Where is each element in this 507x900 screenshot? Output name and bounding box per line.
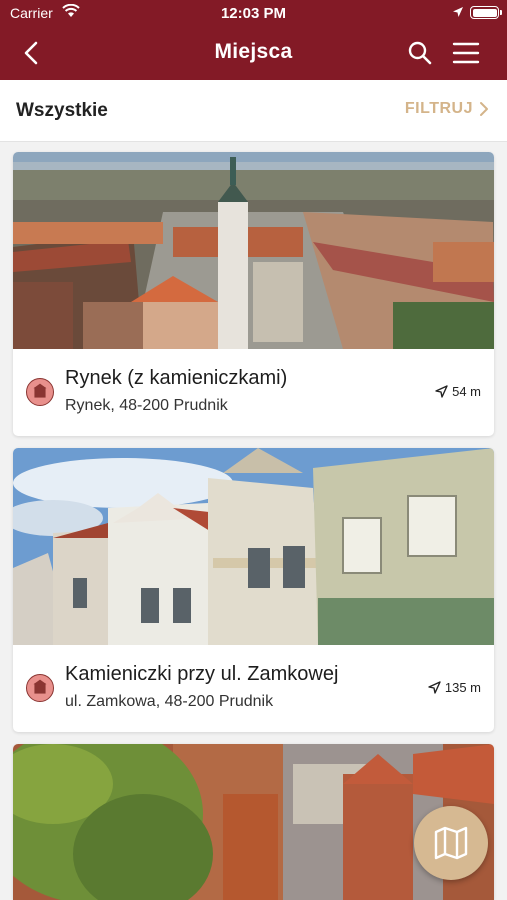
navigation-arrow-icon — [428, 681, 441, 694]
place-info: Kamieniczki przy ul. Zamkowej ul. Zamkow… — [13, 645, 494, 732]
status-bar: Carrier 12:03 PM — [0, 0, 507, 26]
chevron-right-icon — [480, 102, 488, 116]
filter-button-label: FILTRUJ — [404, 100, 473, 117]
place-address: ul. Zamkowa, 48-200 Prudnik — [65, 693, 274, 710]
place-address: Rynek, 48-200 Prudnik — [65, 397, 228, 414]
search-icon[interactable] — [405, 38, 435, 68]
category-label: Wszystkie — [16, 100, 108, 121]
navigation-arrow-icon — [435, 385, 448, 398]
nav-bar: Miejsca — [0, 26, 507, 80]
back-arrow-icon[interactable] — [18, 39, 46, 67]
place-name: Kamieniczki przy ul. Zamkowej — [65, 663, 339, 685]
place-distance: 54 m — [435, 384, 481, 399]
place-card[interactable]: Kamieniczki przy ul. Zamkowej ul. Zamkow… — [13, 448, 494, 732]
clock: 12:03 PM — [220, 5, 287, 22]
building-icon — [26, 674, 54, 702]
filter-bar: Wszystkie FILTRUJ — [0, 80, 507, 142]
place-photo — [13, 152, 494, 349]
battery-icon — [470, 6, 502, 19]
place-photo — [13, 448, 494, 645]
distance-value: 135 m — [444, 680, 481, 695]
place-info: Rynek (z kamieniczkami) Rynek, 48-200 Pr… — [13, 349, 494, 436]
market-square-aerial-image — [13, 152, 494, 349]
location-arrow-icon — [453, 7, 463, 17]
place-card[interactable]: Rynek (z kamieniczkami) Rynek, 48-200 Pr… — [13, 152, 494, 436]
distance-value: 54 m — [452, 384, 481, 399]
filter-button[interactable]: FILTRUJ — [405, 100, 489, 118]
place-distance: 135 m — [428, 680, 481, 695]
tenement-houses-image — [13, 448, 494, 645]
map-icon — [434, 826, 468, 860]
building-icon — [26, 378, 54, 406]
map-button[interactable] — [414, 806, 488, 880]
hamburger-menu-icon[interactable] — [450, 38, 482, 68]
place-name: Rynek (z kamieniczkami) — [65, 367, 288, 389]
